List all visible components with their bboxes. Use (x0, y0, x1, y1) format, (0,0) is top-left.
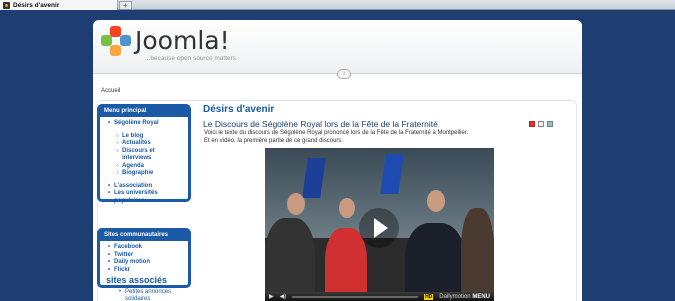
article-title[interactable]: Le Discours de Ségolène Royal lors de la… (203, 119, 438, 129)
sidebar-item-actualites[interactable]: Actualités (116, 140, 184, 148)
joomla-logo-icon (101, 26, 131, 56)
sidebar-item-agenda[interactable]: Agenda (116, 163, 184, 171)
sidebar-item-segolene-royal[interactable]: Ségolène Royal (108, 120, 184, 128)
sidebar-item-association[interactable]: L'association (108, 183, 184, 191)
video-figure (461, 208, 494, 301)
pdf-icon[interactable] (529, 121, 535, 127)
joomla-favicon-icon (3, 1, 10, 9)
new-tab-button[interactable]: + (119, 1, 132, 10)
browser-tab-strip: Désirs d'avenir + (0, 0, 675, 10)
video-figure-head (427, 190, 445, 212)
video-figure (405, 223, 465, 301)
sites-communautaires-title: Sites communautaires (100, 231, 188, 241)
sidebar-item-facebook[interactable]: Facebook (108, 244, 184, 252)
intro-line-2: Et en vidéo, la première partie de ce gr… (204, 138, 344, 144)
video-play-icon[interactable]: ▶ (269, 293, 274, 300)
menu-principal-title: Menu principal (100, 107, 188, 117)
video-controls: ▶ ◀) HD Dailymotion MENU (265, 292, 494, 301)
browser-tab[interactable]: Désirs d'avenir (0, 0, 118, 10)
article-intro: Voici le texte du discours de Ségolène R… (204, 129, 534, 145)
article-actions (529, 121, 553, 127)
sidebar-item-discours[interactable]: Discours et interviews (116, 148, 184, 163)
page-title: Désirs d'avenir (203, 104, 275, 115)
video-figure-head (339, 198, 355, 218)
site-header: Joomla! ...because open source matters ↕ (93, 20, 582, 79)
video-figure (325, 228, 367, 301)
browser-tab-title: Désirs d'avenir (13, 1, 60, 9)
dailymotion-logo[interactable]: Dailymotion MENU (439, 294, 490, 300)
video-figure (265, 218, 315, 301)
menu-principal-module: Menu principal Ségolène Royal Le blog Ac… (97, 104, 191, 205)
sidebar-item-le-blog[interactable]: Le blog (116, 133, 184, 141)
video-progress-bar[interactable] (292, 295, 419, 298)
intro-line-1: Voici le texte du discours de Ségolène R… (204, 130, 469, 136)
header-toggle-icon[interactable]: ↕ (337, 69, 351, 79)
joomla-logo[interactable]: Joomla! (101, 26, 230, 56)
tagline: ...because open source matters (145, 55, 237, 62)
logo-text: Joomla! (135, 26, 230, 55)
play-icon[interactable] (359, 208, 399, 248)
sidebar-item-biographie[interactable]: Biographie (116, 170, 184, 178)
sites-associes-title: sites associés (106, 275, 168, 285)
print-icon[interactable] (538, 121, 544, 127)
video-volume-icon[interactable]: ◀) (280, 293, 287, 300)
video-figure-head (287, 193, 305, 215)
email-icon[interactable] (547, 121, 553, 127)
sidebar-item-universites[interactable]: Les universités populaires (108, 190, 184, 205)
breadcrumb[interactable]: Accueil (101, 88, 120, 94)
sidebar-item-flickr[interactable]: Flickr (108, 267, 184, 275)
sidebar-item-petites-annonces[interactable]: Petites annonces solidaires (119, 289, 195, 301)
video-player[interactable]: ▶ ◀) HD Dailymotion MENU (265, 148, 494, 301)
hd-badge[interactable]: HD (424, 293, 434, 300)
sidebar-item-twitter[interactable]: Twitter (108, 252, 184, 260)
sidebar-item-dailymotion[interactable]: Daily motion (108, 259, 184, 267)
